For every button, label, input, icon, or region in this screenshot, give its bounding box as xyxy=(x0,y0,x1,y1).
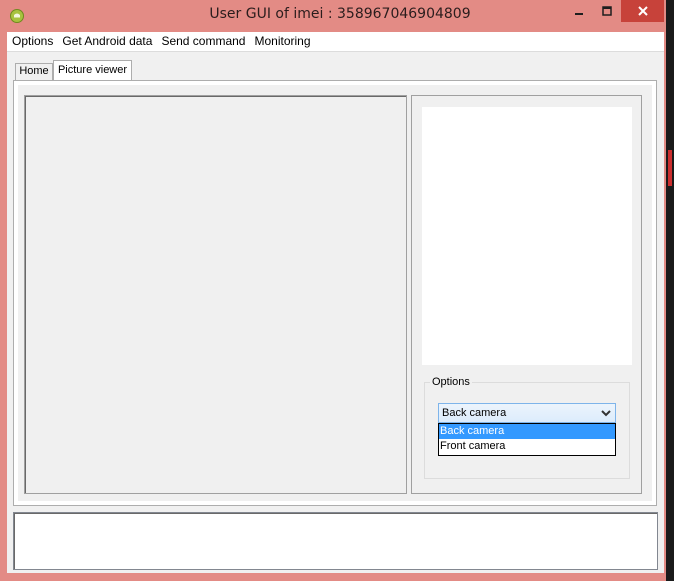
camera-control-panel: Options Back camera Back camera Front ca… xyxy=(411,95,642,494)
camera-option-back[interactable]: Back camera xyxy=(439,424,615,439)
maximize-icon xyxy=(602,6,612,16)
minimize-button[interactable] xyxy=(565,0,593,22)
close-button[interactable] xyxy=(621,0,664,22)
camera-select[interactable]: Back camera xyxy=(438,403,616,423)
camera-select-dropdown: Back camera Front camera xyxy=(438,423,616,456)
client-area: Options Get Android data Send command Mo… xyxy=(7,32,664,573)
app-window: User GUI of imei : 358967046904809 Optio… xyxy=(0,0,674,581)
tab-picture-viewer[interactable]: Picture viewer xyxy=(53,60,132,81)
camera-select-value: Back camera xyxy=(442,407,507,419)
chevron-down-icon xyxy=(601,410,611,417)
background-window-accent xyxy=(668,150,672,186)
menu-bar: Options Get Android data Send command Mo… xyxy=(7,32,664,52)
window-title: User GUI of imei : 358967046904809 xyxy=(209,6,471,22)
menu-send-command[interactable]: Send command xyxy=(157,32,249,51)
output-log-textbox[interactable] xyxy=(13,512,658,570)
menu-get-android-data[interactable]: Get Android data xyxy=(58,32,156,51)
options-groupbox: Options Back camera Back camera Front ca… xyxy=(424,376,630,479)
menu-options[interactable]: Options xyxy=(8,32,57,51)
android-app-icon xyxy=(10,9,24,23)
picture-display-area xyxy=(24,95,407,494)
tab-panel-picture-viewer: Options Back camera Back camera Front ca… xyxy=(13,80,657,506)
camera-preview xyxy=(422,107,632,365)
camera-option-front[interactable]: Front camera xyxy=(439,439,615,454)
maximize-button[interactable] xyxy=(593,0,621,22)
minimize-icon xyxy=(575,13,583,15)
close-icon xyxy=(637,6,648,16)
menu-monitoring[interactable]: Monitoring xyxy=(250,32,314,51)
tab-home[interactable]: Home xyxy=(15,63,53,80)
title-bar[interactable]: User GUI of imei : 358967046904809 xyxy=(0,0,666,32)
background-window-edge xyxy=(666,0,674,581)
picture-viewer-container: Options Back camera Back camera Front ca… xyxy=(18,85,652,501)
options-group-label: Options xyxy=(430,376,472,388)
